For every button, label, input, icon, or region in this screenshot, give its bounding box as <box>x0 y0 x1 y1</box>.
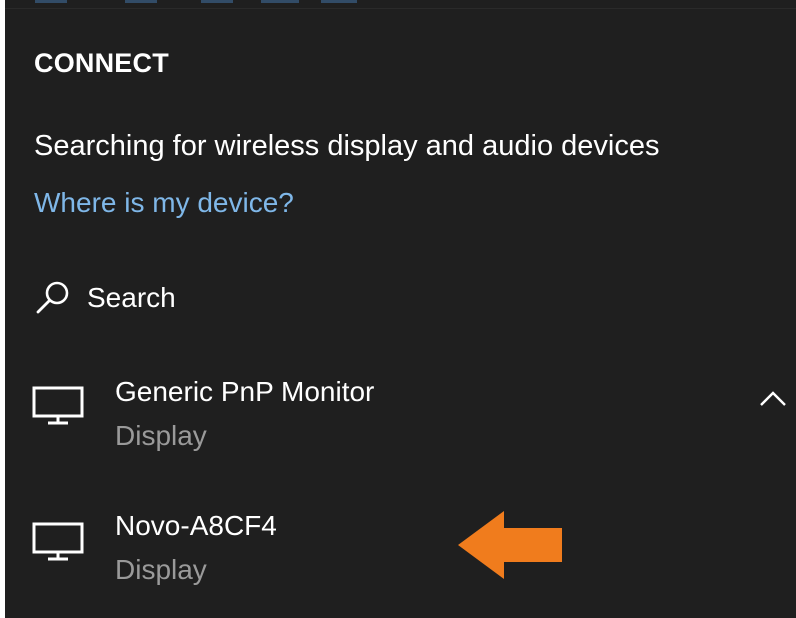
monitor-icon <box>32 522 86 562</box>
monitor-icon <box>32 386 86 426</box>
arrow-left-icon <box>458 511 564 579</box>
chevron-up-icon[interactable] <box>758 389 788 409</box>
where-is-my-device-link[interactable]: Where is my device? <box>34 187 294 219</box>
panel-title: CONNECT <box>34 48 169 78</box>
search-label: Search <box>87 282 176 313</box>
device-name: Generic PnP Monitor <box>115 376 375 407</box>
device-type: Display <box>115 420 207 451</box>
device-item-novo-a8cf4[interactable]: Novo-A8CF4 Display <box>5 496 796 596</box>
connect-panel: CONNECT Searching for wireless display a… <box>5 0 796 618</box>
search-status-text: Searching for wireless display and audio… <box>34 130 660 162</box>
device-item-generic-pnp-monitor[interactable]: Generic PnP Monitor Display <box>5 360 796 460</box>
top-edge <box>5 0 796 9</box>
device-type: Display <box>115 554 207 585</box>
search-box[interactable]: Search <box>33 270 533 326</box>
search-icon <box>33 278 73 318</box>
device-name: Novo-A8CF4 <box>115 510 277 541</box>
